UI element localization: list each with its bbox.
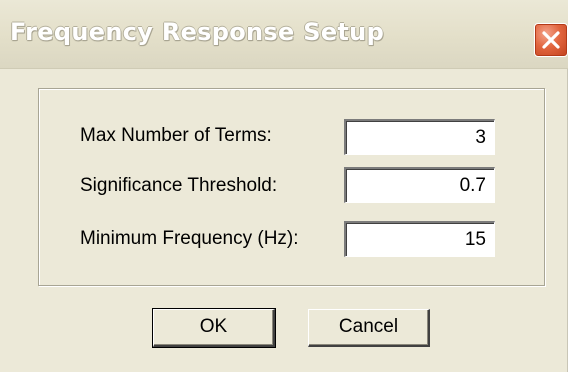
title-bar[interactable]: Frequency Response Setup — [0, 0, 568, 69]
significance-threshold-input[interactable]: 0.7 — [344, 167, 495, 203]
dialog-window: Frequency Response Setup Max Number of T… — [0, 0, 568, 372]
min-frequency-input[interactable]: 15 — [344, 221, 495, 257]
cancel-button[interactable]: Cancel — [308, 309, 430, 347]
dialog-title: Frequency Response Setup — [10, 18, 385, 46]
max-terms-label: Max Number of Terms: — [80, 125, 272, 146]
close-icon — [542, 31, 560, 49]
ok-button[interactable]: OK — [152, 308, 276, 348]
close-button[interactable] — [534, 23, 568, 57]
max-terms-input[interactable]: 3 — [344, 119, 495, 155]
min-frequency-label: Minimum Frequency (Hz): — [80, 228, 299, 249]
significance-threshold-label: Significance Threshold: — [80, 175, 278, 196]
